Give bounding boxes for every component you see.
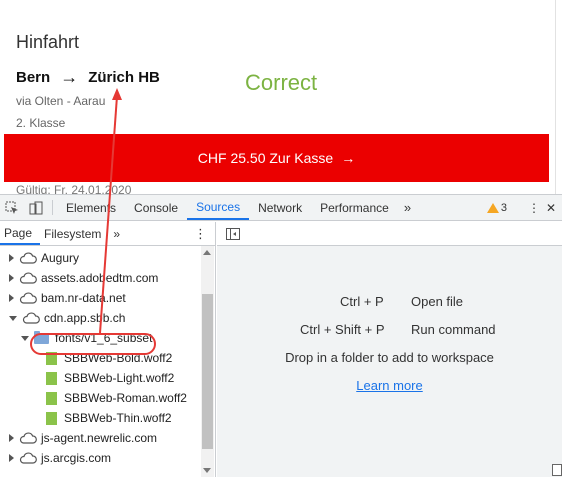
section-title: Hinfahrt (16, 32, 80, 52)
tab-performance[interactable]: Performance (311, 195, 398, 220)
workspace-drop-hint: Drop in a folder to add to workspace (285, 350, 494, 365)
close-icon[interactable]: ✕ (546, 201, 556, 215)
arrow-right-icon: → (341, 150, 356, 166)
checkout-button[interactable]: CHF 25.50 Zur Kasse → (4, 134, 549, 182)
sources-main-panel: Ctrl + P Open file Ctrl + Shift + P Run … (217, 222, 562, 477)
tree-domain-item[interactable]: js.arcgis.com (9, 448, 111, 468)
file-icon (46, 411, 57, 425)
warning-icon (486, 202, 499, 213)
cloud-icon (22, 312, 40, 324)
chevron-right-icon[interactable] (9, 454, 14, 462)
cloud-icon (19, 452, 37, 464)
tree-item-label: SBBWeb-Roman.woff2 (64, 391, 187, 405)
devtools-menu-icon[interactable]: ⋮ (528, 201, 540, 215)
file-icon (46, 391, 57, 405)
tree-file-item[interactable]: SBBWeb-Roman.woff2 (46, 388, 187, 408)
tab-elements[interactable]: Elements (57, 195, 125, 220)
scroll-up-icon[interactable] (203, 250, 211, 255)
tab-console[interactable]: Console (125, 195, 187, 220)
cloud-icon (19, 252, 37, 264)
chevron-right-icon[interactable] (9, 434, 14, 442)
warning-count: 3 (500, 201, 507, 214)
navigator-menu-icon[interactable]: ⋮ (194, 226, 207, 242)
tree-domain-item[interactable]: assets.adobedtm.com (9, 268, 158, 288)
tree-item-label: Augury (41, 251, 80, 265)
tree-domain-item[interactable]: js-agent.newrelic.com (9, 428, 157, 448)
chevron-down-icon[interactable] (21, 335, 29, 341)
navigator-more-button[interactable]: » (109, 222, 128, 245)
cloud-icon (19, 292, 37, 304)
file-tree: Augury assets.adobedtm.com bam.nr-data.net… (0, 246, 215, 477)
travel-class: 2. Klasse (16, 116, 66, 130)
tree-item-label: js-agent.newrelic.com (41, 431, 158, 445)
tab-filesystem[interactable]: Filesystem (40, 222, 109, 245)
more-tabs-button[interactable]: » (398, 195, 417, 220)
toolbar-divider (52, 200, 53, 215)
toggle-navigator-icon[interactable] (226, 227, 240, 240)
chevron-right-icon[interactable] (9, 254, 14, 262)
route-to: Zürich HB (88, 68, 160, 86)
chevron-right-icon[interactable] (9, 294, 14, 302)
devtools-right-controls: 3 ⋮ ✕ (486, 195, 562, 220)
navigator-tabbar: Page Filesystem » ⋮ (0, 222, 215, 246)
route-via: via Olten - Aarau (16, 94, 106, 108)
web-page: Hinfahrt Bern → Zürich HB via Olten - Aa… (0, 0, 562, 194)
tree-domain-item[interactable]: Augury (9, 248, 79, 268)
tree-item-label: SBBWeb-Light.woff2 (64, 371, 175, 385)
folder-highlight-oval (30, 333, 156, 355)
tree-item-label: assets.adobedtm.com (41, 271, 159, 285)
tree-item-label: SBBWeb-Thin.woff2 (64, 411, 172, 425)
tree-item-label: cdn.app.sbb.ch (44, 311, 126, 325)
route-from: Bern (16, 68, 51, 86)
inspect-element-icon[interactable] (0, 195, 24, 220)
shortcut-keys-run-command: Ctrl + Shift + P (300, 322, 385, 337)
tree-domain-item[interactable]: cdn.app.sbb.ch (9, 308, 125, 328)
cloud-icon (19, 272, 37, 284)
route: Bern → Zürich HB (16, 68, 160, 86)
validity-text: Gültig: Fr, 24.01.2020 (16, 183, 132, 194)
tab-sources[interactable]: Sources (187, 195, 250, 220)
shortcut-action-run-command: Run command (411, 322, 496, 337)
devtools-tabbar: Elements Console Sources Network Perform… (0, 195, 562, 221)
tab-network[interactable]: Network (249, 195, 311, 220)
route-arrow-icon: → (60, 67, 79, 87)
editor-toolbar (217, 222, 562, 246)
panel-corner-icon[interactable] (552, 464, 562, 476)
checkout-button-label: CHF 25.50 Zur Kasse (197, 150, 334, 166)
tree-domain-item[interactable]: bam.nr-data.net (9, 288, 126, 308)
scroll-down-icon[interactable] (203, 468, 211, 473)
device-toolbar-icon[interactable] (24, 195, 48, 220)
warnings-counter[interactable]: 3 (486, 201, 507, 214)
file-icon (46, 371, 57, 385)
chevron-right-icon[interactable] (9, 274, 14, 282)
cloud-icon (19, 432, 37, 444)
correct-annotation: Correct (245, 70, 318, 95)
scrollbar-thumb[interactable] (202, 294, 213, 449)
learn-more-link[interactable]: Learn more (217, 378, 562, 393)
tree-file-item[interactable]: SBBWeb-Light.woff2 (46, 368, 174, 388)
tree-file-item[interactable]: SBBWeb-Thin.woff2 (46, 408, 172, 428)
tree-item-label: js.arcgis.com (41, 451, 112, 465)
shortcut-keys-open-file: Ctrl + P (340, 294, 384, 309)
tab-page[interactable]: Page (0, 222, 41, 245)
shortcut-action-open-file: Open file (411, 294, 464, 309)
tree-item-label: bam.nr-data.net (41, 291, 126, 305)
chevron-down-icon[interactable] (9, 315, 17, 321)
